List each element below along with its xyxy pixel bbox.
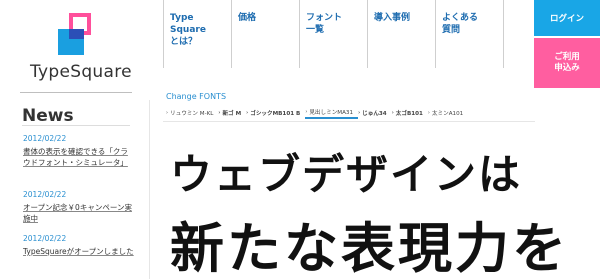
nav-item-faq[interactable]: よくある 質問 [435,0,503,68]
font-tab-label: じゅん34 [362,111,387,117]
font-tab-gothic-mb101[interactable]: › ゴシックMB101 B [246,107,305,119]
tabs-divider [163,121,535,122]
news-item: 2012/02/22 TypeSquareがオープンしました [23,234,135,257]
font-tab-midashi-min[interactable]: › 見出しミンMA31 [305,107,359,119]
nav-item-about[interactable]: Type Square とは？ [163,0,231,68]
font-tab-ryumin[interactable]: › リュウミン M-KL [166,107,218,119]
change-fonts-label: Change FONTS [166,92,227,101]
column-divider [149,100,150,279]
caret-right-icon: › [246,110,249,116]
apply-button[interactable]: ご利用 申込み [534,38,600,88]
font-tab-futogo[interactable]: › 太ゴB101 [392,107,428,119]
font-tab-futomin[interactable]: › 太ミンA101 [428,107,468,119]
font-tab-label: 太ゴB101 [395,111,423,117]
logo-text[interactable]: TypeSquare [30,62,132,82]
font-tabs: › リュウミン M-KL › 新ゴ M › ゴシックMB101 B › 見出しミンMA3… [166,107,468,119]
caret-right-icon: › [427,110,430,116]
news-link[interactable]: TypeSquareがオープンしました [23,246,135,257]
font-tab-label: ゴシックMB101 B [250,111,301,117]
typesquare-logo-icon[interactable] [58,13,102,57]
caret-right-icon: › [218,110,221,116]
news-link[interactable]: オープン記念￥0キャンペーン実施中 [23,202,135,224]
nav-item-cases[interactable]: 導入事例 [367,0,435,68]
logo-overlap-square [69,29,84,39]
font-tab-label: 見出しミンMA31 [309,110,354,116]
font-tab-label: 太ミンA101 [431,111,464,117]
font-tab-label: リュウミン M-KL [170,111,214,117]
news-heading: News [22,106,74,126]
nav-item-fonts[interactable]: フォント 一覧 [299,0,367,68]
top-nav: Type Square とは？ 価格 フォント 一覧 導入事例 よくある 質問 [163,0,504,72]
nav-divider [503,0,504,68]
logo-divider [20,92,132,93]
caret-right-icon: › [358,110,361,116]
login-button[interactable]: ログイン [534,0,600,36]
news-link[interactable]: 書体の表示を確認できる「クラウドフォント・シミュレータ」 [23,146,135,168]
news-date: 2012/02/22 [23,190,67,199]
caret-right-icon: › [391,110,394,116]
font-tab-jun34[interactable]: › じゅん34 [358,107,392,119]
news-date: 2012/02/22 [23,134,67,143]
nav-item-pricing[interactable]: 価格 [231,0,299,68]
caret-right-icon: › [305,109,308,115]
news-divider [22,125,130,126]
news-date: 2012/02/22 [23,234,67,243]
font-tab-label: 新ゴ M [222,111,242,117]
headline-line-2: 新たな表現力を [170,216,569,279]
news-item: 2012/02/22 書体の表示を確認できる「クラウドフォント・シミュレータ」 [23,134,135,168]
headline-line-1: ウェブデザインは [170,150,523,199]
news-item: 2012/02/22 オープン記念￥0キャンペーン実施中 [23,190,135,224]
caret-right-icon: › [166,110,168,116]
font-tab-shingo[interactable]: › 新ゴ M [218,107,246,119]
